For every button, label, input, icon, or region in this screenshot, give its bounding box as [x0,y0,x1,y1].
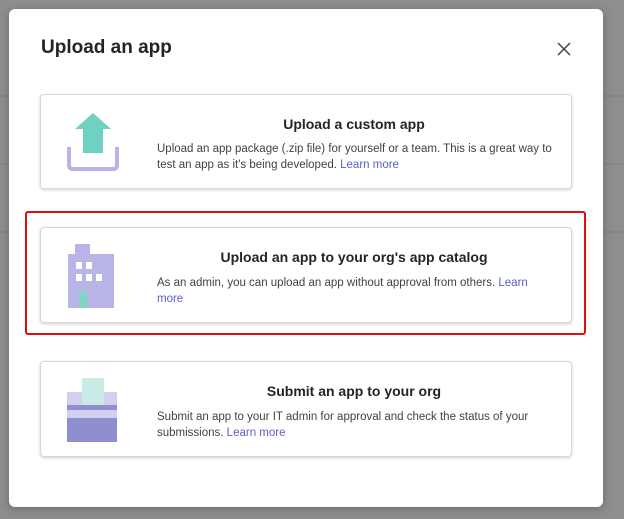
card-description-text: Submit an app to your IT admin for appro… [157,411,529,439]
upload-org-catalog-card[interactable]: Upload an app to your org's app catalog … [40,227,572,323]
card-description: Submit an app to your IT admin for appro… [157,409,553,441]
card-title: Upload a custom app [283,116,425,132]
card-description: As an admin, you can upload an app witho… [157,275,553,307]
close-icon [557,42,571,56]
card-description-text: As an admin, you can upload an app witho… [157,277,496,289]
dialog-title: Upload an app [41,37,172,58]
upload-app-dialog: Upload an app Upload a custom app Upload… [9,9,603,507]
submit-app-to-org-card[interactable]: Submit an app to your org Submit an app … [40,361,572,457]
learn-more-link[interactable]: Learn more [340,159,399,171]
learn-more-link[interactable]: Learn more [227,427,286,439]
card-title: Submit an app to your org [266,383,442,399]
submit-icon [67,378,117,442]
building-icon [68,244,114,308]
card-title: Upload an app to your org's app catalog [220,249,488,265]
card-description: Upload an app package (.zip file) for yo… [157,141,553,173]
close-button[interactable] [553,38,575,60]
upload-custom-app-card[interactable]: Upload a custom app Upload an app packag… [40,94,572,189]
upload-icon [67,113,119,171]
